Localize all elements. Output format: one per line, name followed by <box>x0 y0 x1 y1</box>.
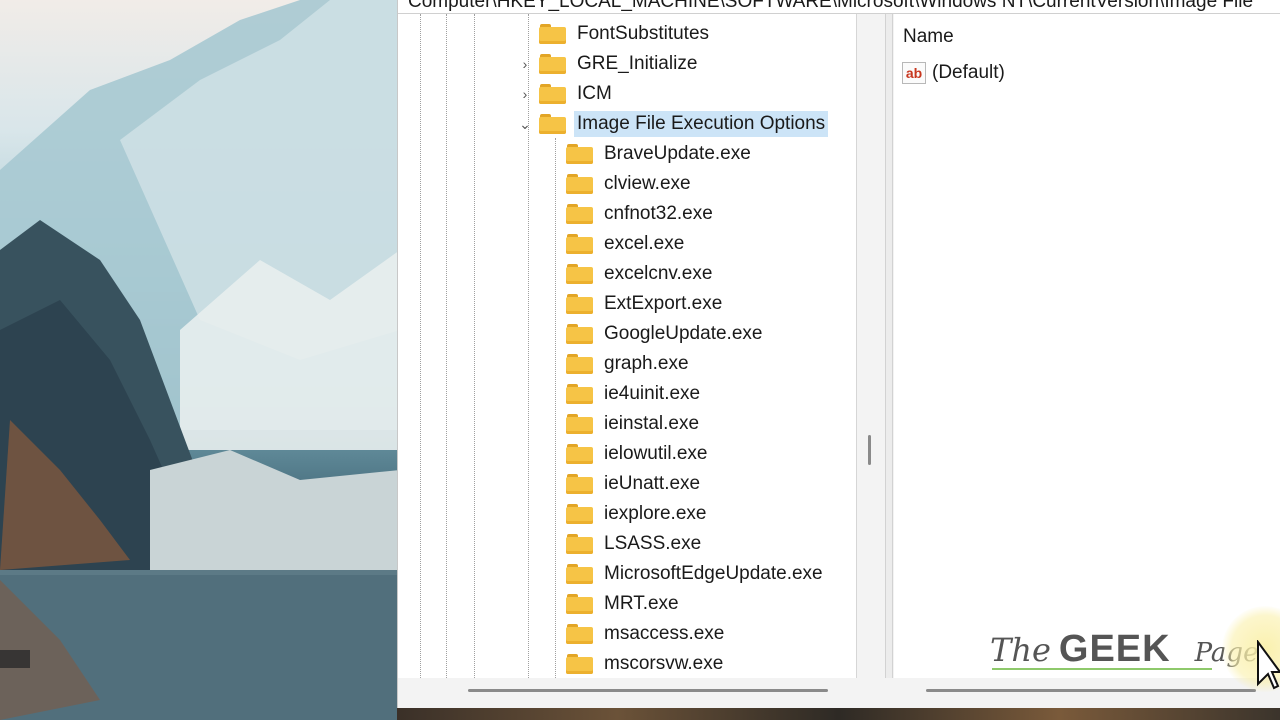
tree-node-label: GoogleUpdate.exe <box>604 323 763 344</box>
site-watermark: The GEEK Page <box>990 628 1258 672</box>
folder-icon <box>566 624 593 644</box>
registry-editor-window: Computer\HKEY_LOCAL_MACHINE\SOFTWARE\Mic… <box>397 0 1280 708</box>
address-path[interactable]: Computer\HKEY_LOCAL_MACHINE\SOFTWARE\Mic… <box>408 0 1253 13</box>
string-value-icon: ab <box>902 62 926 84</box>
folder-icon <box>539 24 566 44</box>
tree-guide-line <box>446 14 447 678</box>
tree-guide-line <box>420 14 421 678</box>
tree-node-label: MicrosoftEdgeUpdate.exe <box>604 563 823 584</box>
value-row-default[interactable]: ab (Default) <box>902 62 1005 84</box>
column-header-name[interactable]: Name <box>903 26 954 48</box>
folder-icon <box>566 144 593 164</box>
folder-icon <box>566 384 593 404</box>
mouse-pointer-icon <box>1257 640 1280 690</box>
horizontal-scroll-area <box>398 678 1280 708</box>
tree-node-label: msaccess.exe <box>604 623 725 644</box>
tree-guide-line <box>474 14 475 678</box>
tree-node-child[interactable]: iexplore.exe <box>566 500 709 528</box>
folder-icon <box>566 234 593 254</box>
folder-icon <box>566 474 593 494</box>
tree-node-child[interactable]: ieinstal.exe <box>566 410 702 438</box>
chevron-down-icon[interactable]: ⌄ <box>518 117 532 131</box>
folder-icon <box>566 294 593 314</box>
tree-node-child[interactable]: MRT.exe <box>566 590 682 618</box>
tree-node-child[interactable]: MicrosoftEdgeUpdate.exe <box>566 560 826 588</box>
folder-icon <box>566 324 593 344</box>
folder-icon <box>566 264 593 284</box>
folder-icon <box>566 564 593 584</box>
tree-node-label: MRT.exe <box>604 593 679 614</box>
values-pane[interactable]: Name ab (Default) <box>894 14 1280 678</box>
folder-icon <box>566 654 593 674</box>
value-name: (Default) <box>932 62 1005 83</box>
folder-icon <box>566 534 593 554</box>
tree-node-label: ieUnatt.exe <box>604 473 701 494</box>
tree-node-gre-initialize[interactable]: › GRE_Initialize <box>518 50 700 78</box>
tree-node-label: mscorsvw.exe <box>604 653 724 674</box>
folder-icon <box>566 354 593 374</box>
folder-open-icon <box>539 114 566 134</box>
folder-icon <box>566 204 593 224</box>
folder-icon <box>566 414 593 434</box>
tree-node-child[interactable]: BraveUpdate.exe <box>566 140 754 168</box>
tree-node-label: FontSubstitutes <box>577 23 710 44</box>
watermark-underline <box>992 668 1212 670</box>
tree-node-child[interactable]: msaccess.exe <box>566 620 727 648</box>
tree-node-label: iexplore.exe <box>604 503 707 524</box>
folder-icon <box>539 84 566 104</box>
folder-icon <box>566 504 593 524</box>
tree-node-label: ieinstal.exe <box>604 413 700 434</box>
tree-guide-line <box>555 138 556 678</box>
tree-node-image-file-execution-options[interactable]: ⌄ Image File Execution Options <box>518 110 829 138</box>
tree-horizontal-scrollbar[interactable] <box>468 689 828 692</box>
tree-node-label: GRE_Initialize <box>577 53 698 74</box>
tree-node-label: ExtExport.exe <box>604 293 723 314</box>
tree-node-child[interactable]: graph.exe <box>566 350 692 378</box>
address-bar[interactable]: Computer\HKEY_LOCAL_MACHINE\SOFTWARE\Mic… <box>398 0 1280 14</box>
tree-node-label: ielowutil.exe <box>604 443 708 464</box>
tree-vertical-scrollbar[interactable] <box>868 435 871 465</box>
tree-node-child[interactable]: ExtExport.exe <box>566 290 725 318</box>
tree-node-label: clview.exe <box>604 173 691 194</box>
tree-node-label: graph.exe <box>604 353 689 374</box>
folder-icon <box>566 174 593 194</box>
watermark-geek: GEEK <box>1058 628 1171 670</box>
folder-icon <box>539 54 566 74</box>
key-tree-pane[interactable]: FontSubstitutes › GRE_Initialize › ICM ⌄… <box>398 14 857 678</box>
tree-node-child[interactable]: clview.exe <box>566 170 694 198</box>
chevron-right-icon[interactable]: › <box>518 57 532 71</box>
tree-node-child[interactable]: GoogleUpdate.exe <box>566 320 765 348</box>
tree-node-label: excel.exe <box>604 233 685 254</box>
tree-node-fontsubstitutes[interactable]: FontSubstitutes <box>539 20 712 48</box>
tree-node-label: ICM <box>577 83 612 104</box>
tree-node-child[interactable]: excelcnv.exe <box>566 260 715 288</box>
folder-icon <box>566 444 593 464</box>
watermark-the: The <box>990 631 1051 669</box>
mountain-lake-image <box>0 0 400 720</box>
tree-node-label: cnfnot32.exe <box>604 203 713 224</box>
tree-node-label: Image File Execution Options <box>574 111 829 137</box>
pane-splitter[interactable] <box>885 14 893 694</box>
tree-node-icm[interactable]: › ICM <box>518 80 615 108</box>
chevron-right-icon[interactable]: › <box>518 87 532 101</box>
tree-node-child[interactable]: ielowutil.exe <box>566 440 711 468</box>
tree-node-child[interactable]: mscorsvw.exe <box>566 650 726 678</box>
tree-node-child[interactable]: cnfnot32.exe <box>566 200 716 228</box>
tree-node-label: BraveUpdate.exe <box>604 143 751 164</box>
tree-node-child[interactable]: excel.exe <box>566 230 687 258</box>
tree-node-label: ie4uinit.exe <box>604 383 701 404</box>
tree-node-label: LSASS.exe <box>604 533 702 554</box>
tree-node-child[interactable]: ie4uinit.exe <box>566 380 703 408</box>
values-horizontal-scrollbar[interactable] <box>926 689 1256 692</box>
tree-node-child[interactable]: LSASS.exe <box>566 530 704 558</box>
tree-node-label: excelcnv.exe <box>604 263 713 284</box>
tree-node-child[interactable]: ieUnatt.exe <box>566 470 703 498</box>
folder-icon <box>566 594 593 614</box>
